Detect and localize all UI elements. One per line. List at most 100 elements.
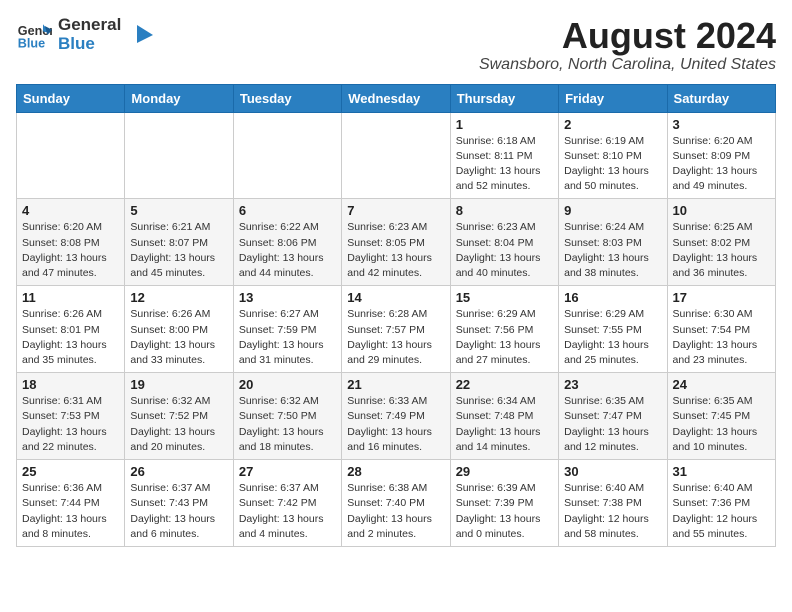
weekday-header-wednesday: Wednesday: [342, 84, 450, 112]
day-number: 7: [347, 203, 444, 218]
day-info: Sunrise: 6:19 AM Sunset: 8:10 PM Dayligh…: [564, 134, 661, 195]
day-info: Sunrise: 6:32 AM Sunset: 7:52 PM Dayligh…: [130, 394, 227, 455]
day-number: 11: [22, 290, 119, 305]
calendar-cell: 3 Sunrise: 6:20 AM Sunset: 8:09 PM Daylig…: [667, 112, 775, 199]
logo-icon: General Blue: [16, 17, 52, 53]
day-info: Sunrise: 6:40 AM Sunset: 7:36 PM Dayligh…: [673, 481, 770, 542]
day-info: Sunrise: 6:38 AM Sunset: 7:40 PM Dayligh…: [347, 481, 444, 542]
day-number: 28: [347, 464, 444, 479]
day-info: Sunrise: 6:28 AM Sunset: 7:57 PM Dayligh…: [347, 307, 444, 368]
day-info: Sunrise: 6:30 AM Sunset: 7:54 PM Dayligh…: [673, 307, 770, 368]
day-number: 29: [456, 464, 553, 479]
calendar-cell: 14 Sunrise: 6:28 AM Sunset: 7:57 PM Dayli…: [342, 286, 450, 373]
day-info: Sunrise: 6:26 AM Sunset: 8:01 PM Dayligh…: [22, 307, 119, 368]
weekday-header-monday: Monday: [125, 84, 233, 112]
day-number: 5: [130, 203, 227, 218]
title-block: August 2024 Swansboro, North Carolina, U…: [479, 16, 776, 74]
calendar-week-5: 25Sunrise: 6:36 AM Sunset: 7:44 PM Dayli…: [17, 460, 776, 547]
calendar-cell: 11 Sunrise: 6:26 AM Sunset: 8:01 PM Dayli…: [17, 286, 125, 373]
day-number: 9: [564, 203, 661, 218]
location-subtitle: Swansboro, North Carolina, United States: [479, 56, 776, 74]
day-info: Sunrise: 6:26 AM Sunset: 8:00 PM Dayligh…: [130, 307, 227, 368]
calendar-cell: 8Sunrise: 6:23 AM Sunset: 8:04 PM Daylig…: [450, 199, 558, 286]
day-number: 1: [456, 117, 553, 132]
day-number: 3: [673, 117, 770, 132]
calendar-cell: 6 Sunrise: 6:22 AM Sunset: 8:06 PM Daylig…: [233, 199, 341, 286]
calendar-cell: 31 Sunrise: 6:40 AM Sunset: 7:36 PM Dayli…: [667, 460, 775, 547]
calendar-cell: [17, 112, 125, 199]
day-info: Sunrise: 6:40 AM Sunset: 7:38 PM Dayligh…: [564, 481, 661, 542]
logo-blue: Blue: [58, 35, 121, 54]
weekday-header-tuesday: Tuesday: [233, 84, 341, 112]
month-year-title: August 2024: [479, 16, 776, 56]
calendar-cell: 18 Sunrise: 6:31 AM Sunset: 7:53 PM Dayli…: [17, 373, 125, 460]
day-info: Sunrise: 6:18 AM Sunset: 8:11 PM Dayligh…: [456, 134, 553, 195]
calendar-cell: 28 Sunrise: 6:38 AM Sunset: 7:40 PM Dayli…: [342, 460, 450, 547]
day-info: Sunrise: 6:22 AM Sunset: 8:06 PM Dayligh…: [239, 220, 336, 281]
calendar-cell: 17Sunrise: 6:30 AM Sunset: 7:54 PM Dayli…: [667, 286, 775, 373]
day-info: Sunrise: 6:37 AM Sunset: 7:42 PM Dayligh…: [239, 481, 336, 542]
calendar-week-3: 11 Sunrise: 6:26 AM Sunset: 8:01 PM Dayli…: [17, 286, 776, 373]
day-number: 2: [564, 117, 661, 132]
calendar-cell: 30 Sunrise: 6:40 AM Sunset: 7:38 PM Dayli…: [559, 460, 667, 547]
calendar-cell: 2 Sunrise: 6:19 AM Sunset: 8:10 PM Daylig…: [559, 112, 667, 199]
day-info: Sunrise: 6:33 AM Sunset: 7:49 PM Dayligh…: [347, 394, 444, 455]
day-info: Sunrise: 6:23 AM Sunset: 8:05 PM Dayligh…: [347, 220, 444, 281]
day-number: 30: [564, 464, 661, 479]
day-info: Sunrise: 6:27 AM Sunset: 7:59 PM Dayligh…: [239, 307, 336, 368]
calendar-cell: 15Sunrise: 6:29 AM Sunset: 7:56 PM Dayli…: [450, 286, 558, 373]
day-info: Sunrise: 6:35 AM Sunset: 7:45 PM Dayligh…: [673, 394, 770, 455]
calendar-cell: [233, 112, 341, 199]
day-number: 15: [456, 290, 553, 305]
day-number: 10: [673, 203, 770, 218]
weekday-header-sunday: Sunday: [17, 84, 125, 112]
day-info: Sunrise: 6:20 AM Sunset: 8:09 PM Dayligh…: [673, 134, 770, 195]
day-info: Sunrise: 6:31 AM Sunset: 7:53 PM Dayligh…: [22, 394, 119, 455]
calendar-cell: 29 Sunrise: 6:39 AM Sunset: 7:39 PM Dayli…: [450, 460, 558, 547]
calendar-week-4: 18 Sunrise: 6:31 AM Sunset: 7:53 PM Dayli…: [17, 373, 776, 460]
calendar-cell: 10 Sunrise: 6:25 AM Sunset: 8:02 PM Dayli…: [667, 199, 775, 286]
calendar-table: SundayMondayTuesdayWednesdayThursdayFrid…: [16, 84, 776, 547]
day-info: Sunrise: 6:39 AM Sunset: 7:39 PM Dayligh…: [456, 481, 553, 542]
day-number: 31: [673, 464, 770, 479]
weekday-header-row: SundayMondayTuesdayWednesdayThursdayFrid…: [17, 84, 776, 112]
day-number: 4: [22, 203, 119, 218]
logo-arrow-icon: [127, 21, 155, 49]
calendar-cell: 9 Sunrise: 6:24 AM Sunset: 8:03 PM Daylig…: [559, 199, 667, 286]
day-info: Sunrise: 6:25 AM Sunset: 8:02 PM Dayligh…: [673, 220, 770, 281]
day-number: 27: [239, 464, 336, 479]
weekday-header-friday: Friday: [559, 84, 667, 112]
day-number: 13: [239, 290, 336, 305]
calendar-week-2: 4Sunrise: 6:20 AM Sunset: 8:08 PM Daylig…: [17, 199, 776, 286]
day-number: 18: [22, 377, 119, 392]
calendar-week-1: 1 Sunrise: 6:18 AM Sunset: 8:11 PM Daylig…: [17, 112, 776, 199]
day-number: 25: [22, 464, 119, 479]
day-info: Sunrise: 6:34 AM Sunset: 7:48 PM Dayligh…: [456, 394, 553, 455]
calendar-cell: 19 Sunrise: 6:32 AM Sunset: 7:52 PM Dayli…: [125, 373, 233, 460]
day-info: Sunrise: 6:35 AM Sunset: 7:47 PM Dayligh…: [564, 394, 661, 455]
weekday-header-thursday: Thursday: [450, 84, 558, 112]
calendar-cell: 24Sunrise: 6:35 AM Sunset: 7:45 PM Dayli…: [667, 373, 775, 460]
calendar-cell: 20Sunrise: 6:32 AM Sunset: 7:50 PM Dayli…: [233, 373, 341, 460]
day-number: 23: [564, 377, 661, 392]
calendar-cell: 27 Sunrise: 6:37 AM Sunset: 7:42 PM Dayli…: [233, 460, 341, 547]
calendar-cell: 5 Sunrise: 6:21 AM Sunset: 8:07 PM Daylig…: [125, 199, 233, 286]
day-number: 6: [239, 203, 336, 218]
calendar-cell: 1 Sunrise: 6:18 AM Sunset: 8:11 PM Daylig…: [450, 112, 558, 199]
day-info: Sunrise: 6:21 AM Sunset: 8:07 PM Dayligh…: [130, 220, 227, 281]
day-info: Sunrise: 6:32 AM Sunset: 7:50 PM Dayligh…: [239, 394, 336, 455]
calendar-cell: 25Sunrise: 6:36 AM Sunset: 7:44 PM Dayli…: [17, 460, 125, 547]
day-number: 12: [130, 290, 227, 305]
day-info: Sunrise: 6:23 AM Sunset: 8:04 PM Dayligh…: [456, 220, 553, 281]
day-number: 16: [564, 290, 661, 305]
day-info: Sunrise: 6:24 AM Sunset: 8:03 PM Dayligh…: [564, 220, 661, 281]
day-number: 26: [130, 464, 227, 479]
day-number: 14: [347, 290, 444, 305]
calendar-cell: [125, 112, 233, 199]
calendar-cell: 21Sunrise: 6:33 AM Sunset: 7:49 PM Dayli…: [342, 373, 450, 460]
calendar-cell: 13 Sunrise: 6:27 AM Sunset: 7:59 PM Dayli…: [233, 286, 341, 373]
day-number: 19: [130, 377, 227, 392]
page-header: General Blue General Blue August 2024 Sw…: [16, 16, 776, 74]
day-info: Sunrise: 6:29 AM Sunset: 7:55 PM Dayligh…: [564, 307, 661, 368]
calendar-cell: 26Sunrise: 6:37 AM Sunset: 7:43 PM Dayli…: [125, 460, 233, 547]
